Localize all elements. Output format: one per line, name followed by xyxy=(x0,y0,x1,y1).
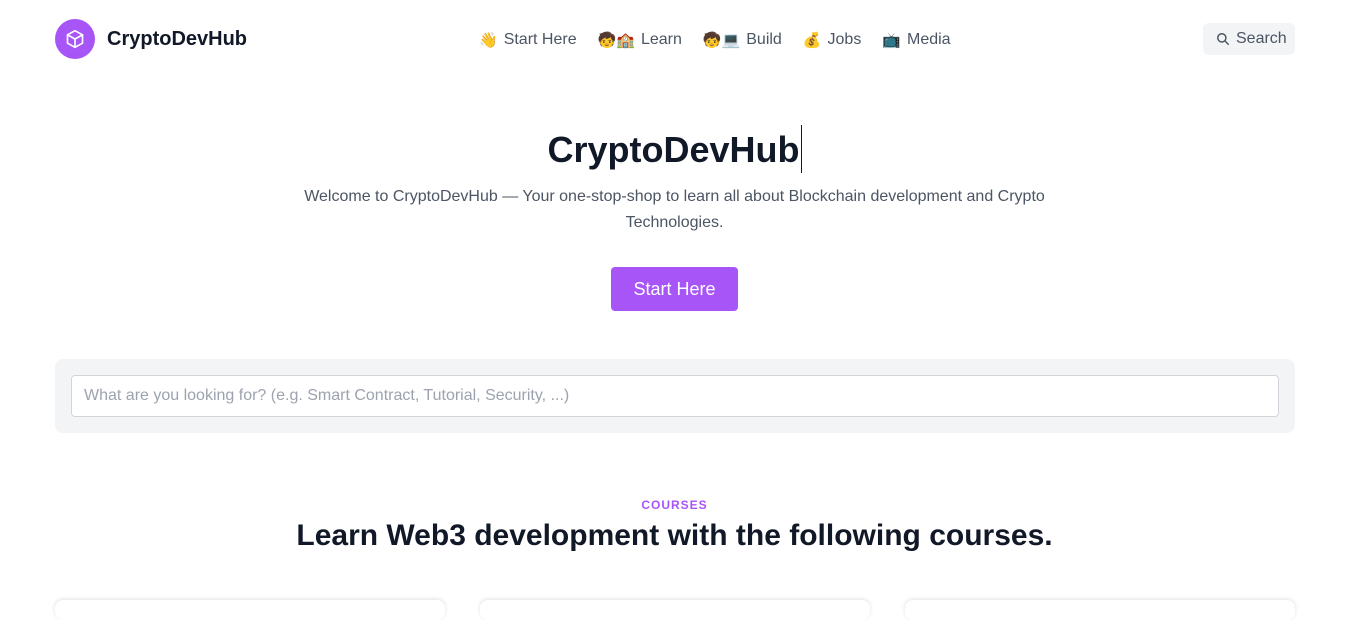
section-title: Learn Web3 development with the followin… xyxy=(296,519,1053,552)
child-school-icon: 🧒🏫 xyxy=(597,30,635,49)
search-panel xyxy=(55,359,1295,433)
text-caret xyxy=(800,125,802,174)
site-header: CryptoDevHub 👋 Start Here 🧒🏫 Learn 🧒💻 Bu… xyxy=(0,0,1349,80)
header-search-label: Search xyxy=(1236,30,1287,47)
hero-title: CryptoDevHub xyxy=(0,124,1349,176)
nav-item-label: Media xyxy=(907,31,951,48)
money-bag-icon: 💰 xyxy=(802,30,822,49)
main-nav: 👋 Start Here 🧒🏫 Learn 🧒💻 Build 💰 Jobs 📺 … xyxy=(479,28,951,52)
child-laptop-icon: 🧒💻 xyxy=(702,30,741,49)
nav-item-start-here[interactable]: 👋 Start Here xyxy=(479,31,577,49)
section-kicker: COURSES xyxy=(641,498,708,512)
search-input[interactable] xyxy=(71,375,1279,417)
search-icon xyxy=(1217,33,1229,45)
nav-item-media[interactable]: 📺 Media xyxy=(882,31,950,49)
waving-hand-icon: 👋 xyxy=(479,30,498,49)
nav-item-build[interactable]: 🧒💻 Build xyxy=(703,31,782,49)
hero-title-text: CryptoDevHub xyxy=(547,129,800,170)
start-here-button[interactable]: Start Here xyxy=(611,267,738,311)
nav-item-label: Jobs xyxy=(827,31,862,48)
course-card[interactable] xyxy=(55,600,445,620)
hero-subtitle: Welcome to CryptoDevHub — Your one-stop-… xyxy=(304,188,1045,231)
nav-item-label: Build xyxy=(746,31,782,48)
course-card[interactable] xyxy=(480,600,870,620)
nav-item-learn[interactable]: 🧒🏫 Learn xyxy=(598,31,682,49)
nav-item-label: Learn xyxy=(640,31,682,48)
logo-link[interactable]: CryptoDevHub xyxy=(55,19,247,59)
header-search-button[interactable]: Search xyxy=(1203,23,1295,55)
nav-item-label: Start Here xyxy=(503,31,577,48)
television-icon: 📺 xyxy=(882,30,901,49)
cube-icon xyxy=(55,19,95,59)
nav-item-jobs[interactable]: 💰 Jobs xyxy=(803,31,861,49)
brand-name: CryptoDevHub xyxy=(107,27,248,50)
course-card[interactable] xyxy=(905,600,1295,620)
